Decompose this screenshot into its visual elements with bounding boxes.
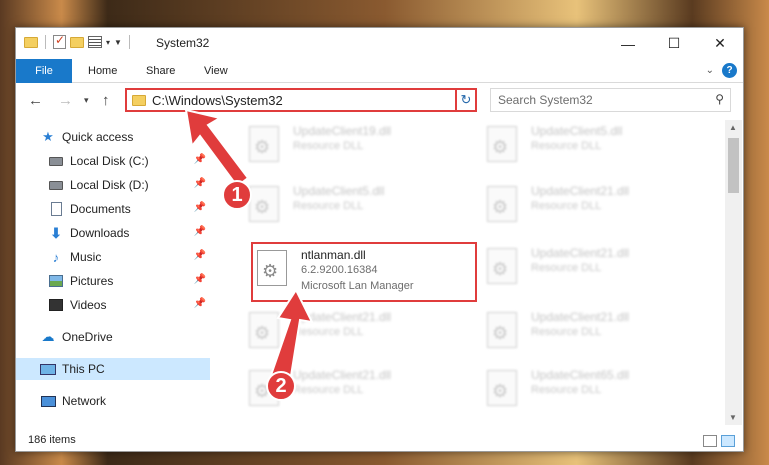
arrow-2-shape	[268, 287, 314, 384]
annotation-badge-2: 2	[266, 371, 296, 401]
annotation-arrows	[184, 108, 314, 384]
annotation-badge-1: 1	[222, 180, 252, 210]
arrow-1-shape	[184, 108, 250, 191]
